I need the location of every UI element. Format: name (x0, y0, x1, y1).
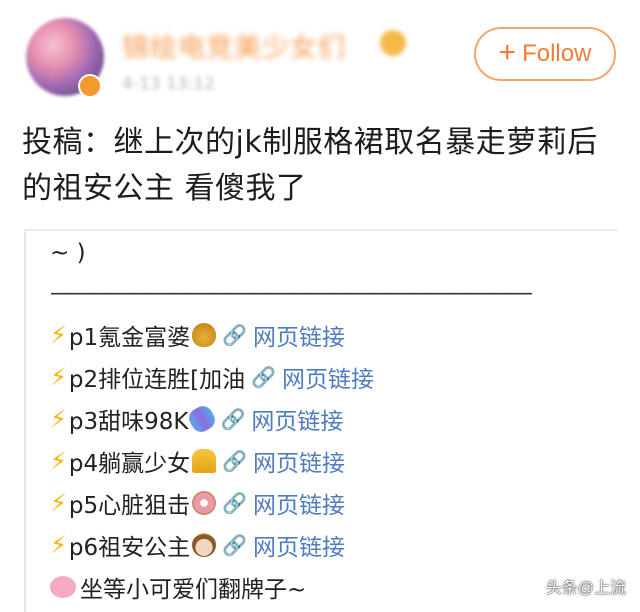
item-label: p5心脏狙击 (68, 493, 191, 519)
web-link[interactable]: 网页链接 (253, 486, 345, 520)
donut-icon (192, 491, 217, 515)
quote-divider: ———————————————————————— (50, 280, 533, 306)
lightning-icon: ⚡ (50, 405, 67, 433)
item-label: p2排位连胜[加油 (68, 367, 246, 393)
web-link[interactable]: 网页链接 (282, 360, 374, 394)
item-label: p1氪金富婆 (68, 325, 191, 351)
web-link[interactable]: 网页链接 (253, 444, 345, 478)
quote-top-line: ~ ) (50, 240, 86, 266)
list-item-p4: ⚡ p4躺赢少女 🔗 网页链接 (50, 444, 345, 478)
link-icon: 🔗 (220, 407, 246, 431)
list-item-p6: ⚡ p6祖安公主 🔗 网页链接 (50, 528, 345, 562)
list-item-p1: ⚡ p1氪金富婆 🔗 网页链接 (50, 318, 345, 352)
post-timestamp: 4-13 13:12 (122, 74, 215, 94)
pig-icon (50, 576, 76, 598)
link-icon: 🔗 (222, 449, 247, 473)
closing-line: 坐等小可爱们翻牌子~ (50, 570, 306, 604)
lightning-icon: ⚡ (50, 489, 67, 517)
princess-icon (192, 533, 217, 557)
list-item-p2: ⚡ p2排位连胜[加油 🔗 网页链接 (50, 360, 374, 394)
lightning-icon: ⚡ (50, 363, 67, 391)
web-link[interactable]: 网页链接 (253, 528, 345, 562)
post-text: 投稿：继上次的jk制服格裙取名暴走萝莉后的祖安公主 看傻我了 (22, 125, 598, 206)
money-bag-icon (192, 323, 217, 347)
web-link[interactable]: 网页链接 (253, 318, 345, 352)
bell-icon (192, 449, 217, 473)
list-item-p5: ⚡ p5心脏狙击 🔗 网页链接 (50, 486, 345, 520)
avatar-verified-badge (78, 74, 102, 98)
link-icon: 🔗 (251, 365, 276, 389)
list-item-p3: ⚡ p3甜味98K 🔗 网页链接 (50, 402, 343, 436)
link-icon: 🔗 (222, 323, 247, 347)
candy-icon (186, 402, 219, 436)
follow-label: Follow (522, 40, 592, 67)
plus-icon: + (498, 36, 517, 69)
item-label: p6祖安公主 (68, 535, 191, 561)
username[interactable]: 锦绘电竞美少女们 (122, 26, 346, 65)
follow-button[interactable]: + Follow (474, 27, 616, 81)
lightning-icon: ⚡ (50, 321, 67, 349)
user-rank-badge-icon (380, 30, 406, 56)
closing-text: 坐等小可爱们翻牌子~ (80, 577, 307, 603)
lightning-icon: ⚡ (50, 447, 67, 475)
item-label: p4躺赢少女 (68, 451, 191, 477)
link-icon: 🔗 (222, 533, 247, 557)
item-label: p3甜味98K (68, 409, 189, 435)
lightning-icon: ⚡ (50, 531, 67, 559)
watermark: 头条@上流 (545, 580, 626, 597)
link-icon: 🔗 (222, 491, 247, 515)
web-link[interactable]: 网页链接 (251, 402, 343, 436)
